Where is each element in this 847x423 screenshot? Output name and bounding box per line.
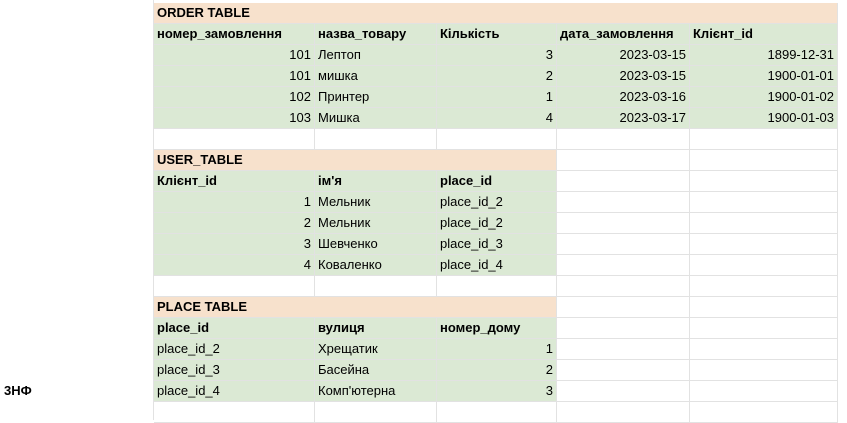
user-header-cell[interactable]: Клієнт_id (154, 171, 315, 192)
order-cell[interactable]: 2023-03-16 (557, 87, 690, 108)
empty-cell[interactable] (690, 192, 838, 213)
place-cell[interactable]: Хрещатик (315, 339, 437, 360)
user-table-title[interactable]: USER_TABLE (154, 150, 557, 171)
empty-cell[interactable] (557, 213, 690, 234)
column-a (0, 0, 154, 420)
order-header-cell[interactable]: номер_замовлення (154, 24, 315, 45)
empty-cell[interactable] (557, 255, 690, 276)
order-cell[interactable]: 103 (154, 108, 315, 129)
place-cell[interactable]: 3 (437, 381, 557, 402)
user-cell[interactable]: place_id_2 (437, 213, 557, 234)
order-cell[interactable]: 101 (154, 45, 315, 66)
place-header-cell[interactable]: номер_дому (437, 318, 557, 339)
user-cell[interactable]: Шевченко (315, 234, 437, 255)
user-cell[interactable]: place_id_3 (437, 234, 557, 255)
user-header-cell[interactable]: ім'я (315, 171, 437, 192)
order-cell[interactable]: 1 (437, 87, 557, 108)
order-cell[interactable]: 1900-01-01 (690, 66, 838, 87)
user-cell[interactable]: Коваленко (315, 255, 437, 276)
order-header-cell[interactable]: дата_замовлення (557, 24, 690, 45)
user-cell[interactable]: Мельник (315, 192, 437, 213)
empty-cell[interactable] (154, 276, 315, 297)
empty-cell[interactable] (690, 213, 838, 234)
empty-cell[interactable] (557, 297, 690, 318)
empty-cell[interactable] (690, 255, 838, 276)
place-cell[interactable]: place_id_3 (154, 360, 315, 381)
user-cell[interactable]: Мельник (315, 213, 437, 234)
empty-cell[interactable] (690, 318, 838, 339)
order-cell[interactable]: Лептоп (315, 45, 437, 66)
empty-cell[interactable] (690, 360, 838, 381)
empty-cell[interactable] (437, 129, 557, 150)
normal-form-label[interactable]: 3НФ (4, 381, 32, 402)
empty-cell[interactable] (557, 381, 690, 402)
empty-cell[interactable] (690, 171, 838, 192)
user-cell[interactable]: place_id_2 (437, 192, 557, 213)
order-cell[interactable]: 2 (437, 66, 557, 87)
place-cell[interactable]: place_id_4 (154, 381, 315, 402)
order-cell[interactable]: 3 (437, 45, 557, 66)
empty-cell[interactable] (437, 276, 557, 297)
order-cell[interactable]: 1900-01-02 (690, 87, 838, 108)
empty-cell[interactable] (557, 339, 690, 360)
place-table-title[interactable]: PLACE TABLE (154, 297, 557, 318)
order-cell[interactable]: 1900-01-03 (690, 108, 838, 129)
order-cell[interactable]: 4 (437, 108, 557, 129)
order-table-title[interactable]: ORDER TABLE (154, 3, 838, 24)
order-cell[interactable]: 2023-03-17 (557, 108, 690, 129)
order-cell[interactable]: 1899-12-31 (690, 45, 838, 66)
user-cell[interactable]: 1 (154, 192, 315, 213)
empty-cell[interactable] (557, 171, 690, 192)
order-cell[interactable]: 102 (154, 87, 315, 108)
order-header-cell[interactable]: Кількість (437, 24, 557, 45)
place-cell[interactable]: 2 (437, 360, 557, 381)
place-cell[interactable]: Басейна (315, 360, 437, 381)
user-cell[interactable]: 4 (154, 255, 315, 276)
place-cell[interactable]: place_id_2 (154, 339, 315, 360)
order-cell[interactable]: 101 (154, 66, 315, 87)
empty-cell[interactable] (690, 276, 838, 297)
order-cell[interactable]: мишка (315, 66, 437, 87)
empty-cell[interactable] (690, 129, 838, 150)
empty-cell[interactable] (557, 276, 690, 297)
empty-cell[interactable] (690, 339, 838, 360)
user-cell[interactable]: 3 (154, 234, 315, 255)
empty-cell[interactable] (557, 318, 690, 339)
order-cell[interactable]: 2023-03-15 (557, 66, 690, 87)
empty-cell[interactable] (557, 360, 690, 381)
user-cell[interactable]: 2 (154, 213, 315, 234)
empty-cell[interactable] (557, 234, 690, 255)
order-cell[interactable]: 2023-03-15 (557, 45, 690, 66)
order-header-cell[interactable]: Клієнт_id (690, 24, 838, 45)
empty-cell[interactable] (690, 297, 838, 318)
empty-cell[interactable] (690, 234, 838, 255)
place-cell[interactable]: 1 (437, 339, 557, 360)
place-cell[interactable]: Комп'ютерна (315, 381, 437, 402)
empty-cell[interactable] (690, 381, 838, 402)
spreadsheet-grid: ORDER TABLE номер_замовлення назва_товар… (0, 0, 847, 423)
order-cell[interactable]: Принтер (315, 87, 437, 108)
empty-cell[interactable] (557, 129, 690, 150)
place-header-cell[interactable]: вулиця (315, 318, 437, 339)
user-header-cell[interactable]: place_id (437, 171, 557, 192)
place-header-cell[interactable]: place_id (154, 318, 315, 339)
empty-cell[interactable] (315, 129, 437, 150)
empty-cell[interactable] (154, 129, 315, 150)
user-cell[interactable]: place_id_4 (437, 255, 557, 276)
empty-cell[interactable] (557, 192, 690, 213)
order-header-cell[interactable]: назва_товару (315, 24, 437, 45)
order-cell[interactable]: Мишка (315, 108, 437, 129)
empty-cell[interactable] (315, 276, 437, 297)
empty-cell[interactable] (690, 150, 838, 171)
empty-cell[interactable] (557, 150, 690, 171)
